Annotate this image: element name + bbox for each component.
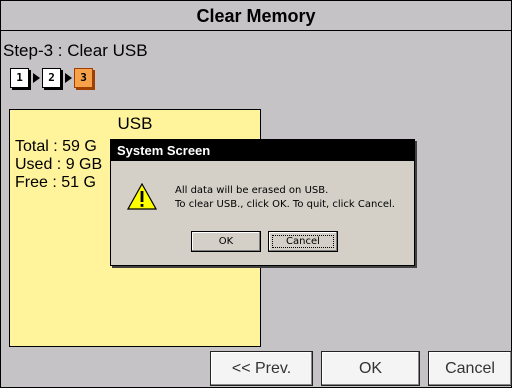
step-arrow-icon [33, 73, 40, 83]
usb-used: Used : 9 GB [15, 156, 103, 173]
usb-total: Total : 59 G [15, 138, 97, 155]
prev-button[interactable]: << Prev. [210, 351, 313, 386]
step-label: Step-3 : Clear USB [3, 41, 148, 60]
dialog-title: System Screen [111, 140, 414, 161]
clear-memory-screen: Clear Memory Step-3 : Clear USB 1 2 3 US… [0, 0, 512, 388]
warning-icon [127, 183, 157, 210]
ok-button[interactable]: OK [321, 351, 420, 386]
page-title: Clear Memory [1, 1, 511, 31]
step-1-box: 1 [10, 68, 29, 88]
dialog-ok-label: OK [218, 236, 234, 247]
dialog-cancel-label: Cancel [286, 236, 320, 247]
dialog-ok-button[interactable]: OK [191, 231, 261, 252]
step-arrow-icon [65, 73, 72, 83]
dialog-message-line1: All data will be erased on USB. [175, 185, 329, 196]
dialog-message-line2: To clear USB., click OK. To quit, click … [175, 199, 395, 210]
cancel-button[interactable]: Cancel [428, 351, 512, 386]
step-2-box: 2 [42, 68, 61, 88]
dialog-message: All data will be erased on USB. To clear… [175, 184, 395, 212]
dialog-cancel-button[interactable]: Cancel [268, 231, 338, 252]
usb-panel-title: USB [117, 114, 153, 133]
usb-free: Free : 51 G [15, 174, 96, 191]
step-3-box: 3 [74, 68, 93, 88]
system-screen-dialog: System Screen All data will be erased on… [110, 139, 415, 266]
